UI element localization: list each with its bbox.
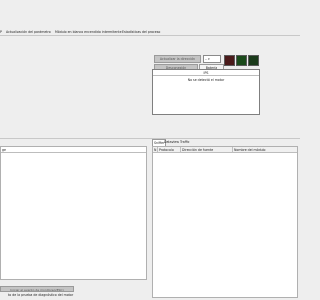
detection-header: IPS <box>153 70 259 76</box>
column-module-name[interactable]: Nombre del módulo <box>233 147 299 153</box>
address-select[interactable]: -- ▾ <box>203 55 221 63</box>
tab-divider <box>0 35 300 36</box>
tab-dataview-traffic[interactable]: Dataview Traffic <box>164 139 190 145</box>
detection-message: No se detectó el motor <box>187 78 225 82</box>
column-source-address[interactable]: Dirección de fuente <box>181 147 233 153</box>
sniffer-table: N Protocolo Dirección de fuente Nombre d… <box>152 146 298 298</box>
detection-tab-label: IPS <box>203 71 209 75</box>
status-swatch-green <box>236 55 247 66</box>
monitor-panel-header: ge <box>1 147 146 153</box>
footer-status-text: to de la prueba de diagnóstico del motor <box>8 293 74 297</box>
status-swatch-red <box>224 55 235 66</box>
monitor-panel: ge <box>0 146 147 280</box>
sniffer-tabs: Sniffer Dataview Traffic <box>152 139 300 146</box>
start-monitoring-button[interactable]: Iniciar el evento de monitoreo(ESC) <box>0 286 74 292</box>
update-address-button[interactable]: Actualizar la dirección <box>154 55 201 63</box>
table-header: N Protocolo Dirección de fuente Nombre d… <box>153 147 297 153</box>
detection-panel: IPS No se detectó el motor <box>152 69 260 115</box>
status-swatch-dark <box>248 55 259 66</box>
column-protocol[interactable]: Protocolo <box>158 147 181 153</box>
address-select-value: -- ▾ <box>205 57 210 61</box>
